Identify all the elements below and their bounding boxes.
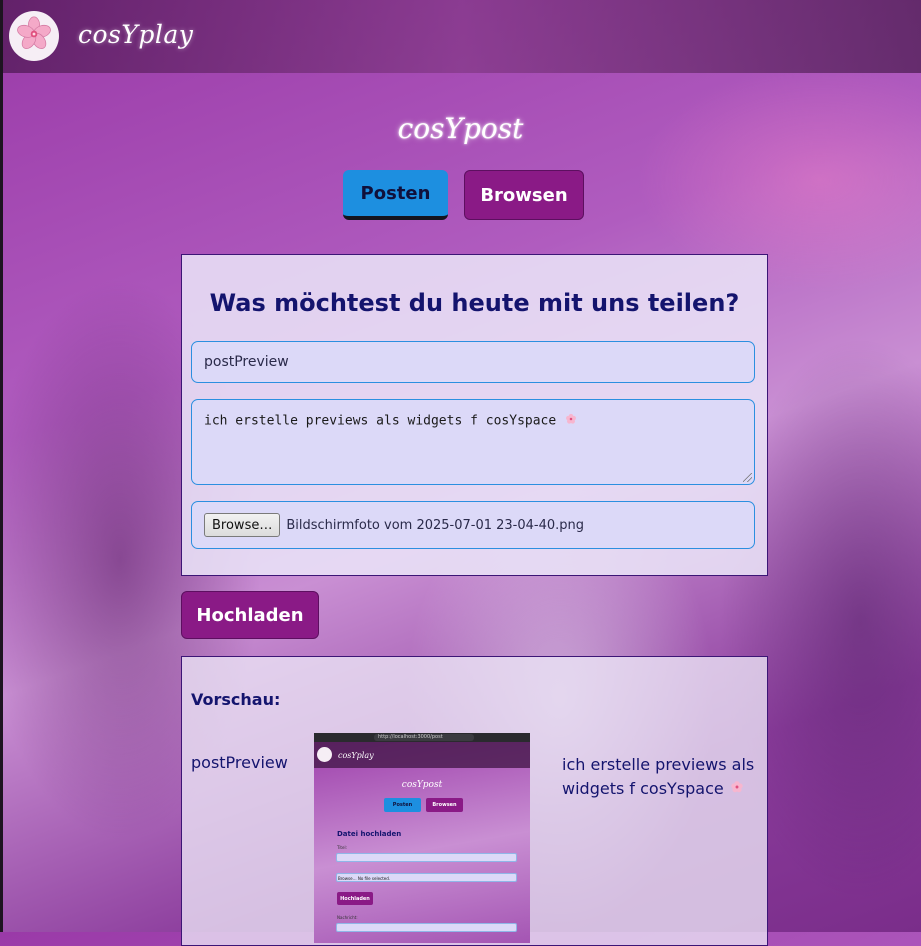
selected-file-name: Bildschirmfoto vom 2025-07-01 23-04-40.p…: [286, 517, 585, 533]
thumb-label-title: Titel:: [337, 845, 347, 850]
thumb-url: http://localhost:3000/post: [374, 734, 474, 741]
post-form-card: Was möchtest du heute mit uns teilen? po…: [181, 254, 768, 576]
message-textarea[interactable]: ich erstelle previews als widgets f cosY…: [191, 399, 755, 485]
cherry-blossom-emoji-icon: [564, 412, 578, 430]
cherry-blossom-emoji-icon: [729, 778, 745, 802]
title-input[interactable]: postPreview: [191, 341, 755, 383]
preview-image: http://localhost:3000/post cosYplay cosY…: [314, 733, 530, 943]
thumb-label-text: Nachricht:: [337, 915, 358, 920]
file-upload-field[interactable]: Browse… Bildschirmfoto vom 2025-07-01 23…: [191, 501, 755, 549]
cherry-blossom-icon: [15, 15, 53, 58]
thumb-browser-bar: http://localhost:3000/post: [314, 733, 530, 742]
tab-posten[interactable]: Posten: [343, 170, 448, 220]
top-header: cosYplay: [3, 0, 921, 73]
message-textarea-value: ich erstelle previews als widgets f cosY…: [204, 413, 557, 429]
preview-heading: Vorschau:: [191, 690, 281, 709]
preview-text: ich erstelle previews als widgets f cosY…: [562, 753, 762, 802]
thumb-logo: [317, 747, 332, 762]
preview-text-value: ich erstelle previews als widgets f cosY…: [562, 755, 755, 798]
form-heading: Was möchtest du heute mit uns teilen?: [209, 289, 740, 317]
thumb-browse: Browse… No file selected.: [338, 876, 391, 881]
thumb-tab-browsen: Browsen: [426, 798, 463, 812]
browse-button[interactable]: Browse…: [204, 513, 281, 537]
thumb-form-title: Datei hochladen: [337, 830, 402, 838]
thumb-text-input: [336, 923, 517, 932]
logo[interactable]: [9, 11, 59, 61]
thumb-title: cosYpost: [401, 780, 443, 790]
thumb-brand: cosYplay: [338, 751, 374, 760]
tab-browsen[interactable]: Browsen: [464, 170, 584, 220]
upload-button[interactable]: Hochladen: [181, 591, 319, 639]
title-input-value: postPreview: [204, 354, 289, 370]
thumb-header: cosYplay: [314, 742, 530, 768]
thumb-title-input: [336, 853, 517, 862]
thumb-upload-button: Hochladen: [337, 892, 373, 905]
preview-card: Vorschau: postPreview http://localhost:3…: [181, 656, 768, 946]
brand-name[interactable]: cosYplay: [78, 20, 193, 49]
page-title: cosYpost: [397, 112, 524, 145]
preview-title: postPreview: [191, 753, 288, 772]
resize-handle[interactable]: [743, 473, 752, 482]
thumb-tab-posten: Posten: [384, 798, 421, 812]
